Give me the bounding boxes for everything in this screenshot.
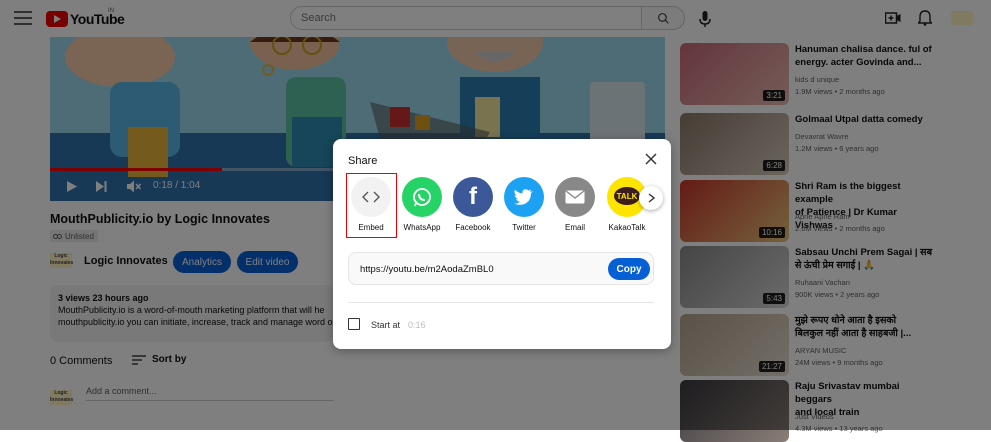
- scroll-right-button[interactable]: [639, 186, 663, 210]
- share-option-whatsapp[interactable]: WhatsApp: [396, 177, 448, 232]
- share-title: Share: [348, 155, 378, 167]
- share-option-twitter[interactable]: Twitter: [498, 177, 550, 232]
- start-at-label: Start at: [371, 320, 401, 330]
- divider: [348, 302, 654, 303]
- share-option-label: KakaoTalk: [608, 223, 646, 232]
- share-option-label: Email: [564, 223, 585, 232]
- email-icon[interactable]: [555, 177, 595, 217]
- chevron-right-icon: [648, 193, 655, 203]
- share-option-email[interactable]: Email: [549, 177, 601, 232]
- svg-text:TALK: TALK: [617, 192, 638, 201]
- share-option-label: Twitter: [512, 223, 536, 232]
- share-dialog: Share Embed WhatsApp f Facebook Twitter E…: [333, 139, 671, 349]
- share-option-label: Embed: [358, 223, 384, 232]
- share-option-label: WhatsApp: [403, 223, 441, 232]
- facebook-icon[interactable]: f: [453, 177, 493, 217]
- start-at-checkbox[interactable]: [348, 318, 360, 330]
- twitter-icon[interactable]: [504, 177, 544, 217]
- start-time-input[interactable]: 0:16: [408, 320, 426, 330]
- embed-icon[interactable]: [351, 177, 391, 217]
- close-icon[interactable]: [644, 152, 658, 166]
- copy-button[interactable]: Copy: [608, 258, 650, 280]
- share-url[interactable]: https://youtu.be/m2AodaZmBL0: [360, 264, 494, 275]
- whatsapp-icon[interactable]: [402, 177, 442, 217]
- share-option-label: Facebook: [455, 223, 491, 232]
- share-option-facebook[interactable]: f Facebook: [447, 177, 499, 232]
- share-option-embed[interactable]: Embed: [345, 177, 397, 232]
- share-url-box: https://youtu.be/m2AodaZmBL0 Copy: [348, 252, 654, 285]
